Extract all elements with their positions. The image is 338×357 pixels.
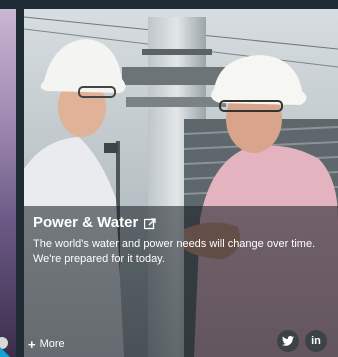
more-button[interactable]: + More xyxy=(28,336,65,352)
power-water-card[interactable]: Power & Water The world's water and powe… xyxy=(24,9,338,357)
linkedin-share-button[interactable]: in xyxy=(305,330,327,352)
previous-card-accent-corner xyxy=(0,347,10,357)
twitter-icon xyxy=(282,336,294,346)
card-title-link[interactable]: Power & Water xyxy=(33,214,156,231)
more-label: More xyxy=(39,338,65,350)
linkedin-icon: in xyxy=(311,335,321,347)
card-description: The world's water and power needs will c… xyxy=(33,238,316,265)
card-title: Power & Water xyxy=(33,214,139,231)
plus-icon: + xyxy=(28,336,36,352)
previous-card-peek[interactable] xyxy=(0,9,16,357)
twitter-share-button[interactable] xyxy=(277,330,299,352)
external-link-icon xyxy=(144,217,156,229)
